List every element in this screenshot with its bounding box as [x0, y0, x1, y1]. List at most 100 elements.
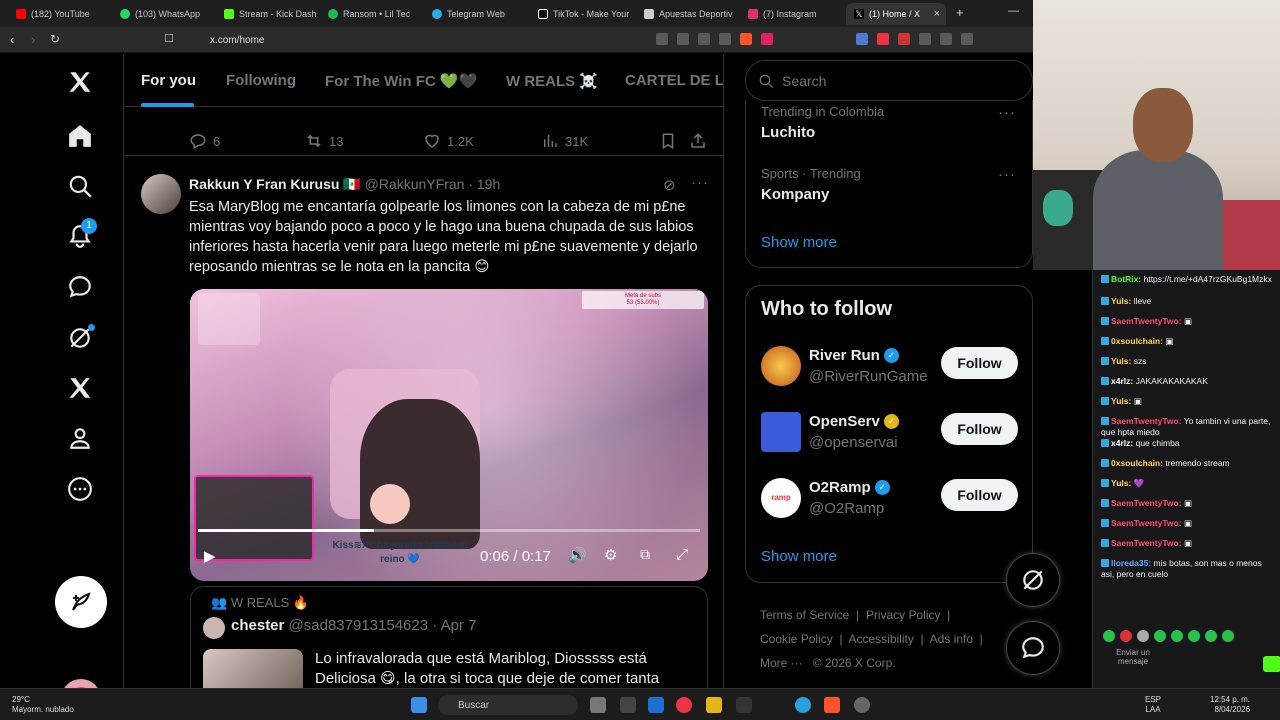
cast-icon[interactable] [677, 33, 689, 45]
language-indicator[interactable]: ESP LAA [1145, 695, 1161, 715]
file-explorer-icon[interactable] [706, 697, 722, 713]
follow-button[interactable]: Follow [941, 347, 1018, 379]
chat-username[interactable]: SaemTwentyTwo: [1111, 416, 1182, 426]
footer-link[interactable]: Cookie Policy [760, 632, 833, 646]
post-time[interactable]: · 19h [468, 176, 500, 192]
follow-button[interactable]: Follow [941, 413, 1018, 445]
chat-username[interactable]: lloreda35: [1111, 558, 1151, 568]
chat-username[interactable]: SaemTwentyTwo: [1111, 498, 1182, 508]
emote-icon[interactable] [1205, 630, 1217, 642]
emote-icon[interactable] [1120, 630, 1132, 642]
emote-icon[interactable] [1137, 630, 1149, 642]
forward-icon[interactable]: › [31, 32, 35, 47]
app-icon[interactable] [648, 697, 664, 713]
trend-name[interactable]: Kompany [761, 186, 829, 203]
share-post-button[interactable] [689, 132, 707, 150]
search-field[interactable]: Search [745, 60, 1033, 101]
tab-youtube[interactable]: (182) YouTube [8, 3, 108, 25]
follow-button[interactable]: Follow [941, 479, 1018, 511]
chat-username[interactable]: 0xsoulchain: [1111, 458, 1163, 468]
premium-icon[interactable] [66, 374, 94, 402]
reload-icon[interactable]: ↻ [50, 32, 60, 46]
river-run-avatar[interactable] [761, 346, 801, 386]
follow-suggestion[interactable]: River Run ✓ @RiverRunGame Follow [761, 344, 1021, 390]
tab-apuestas[interactable]: Apuestas Deportiv [636, 3, 736, 25]
zoom-icon[interactable] [698, 33, 710, 45]
tab-spotify[interactable]: Ransom • Lil Tec [320, 3, 420, 25]
back-icon[interactable]: ‹ [10, 32, 14, 47]
tab-telegram[interactable]: Telegram Web [424, 3, 524, 25]
notifications-icon[interactable]: 1 [66, 218, 97, 250]
like-button[interactable]: 1.2K [423, 132, 474, 150]
chat-username[interactable]: Yuls: [1111, 478, 1131, 488]
follow-suggestion[interactable]: ramp O2Ramp ✓ @O2Ramp Follow [761, 476, 1021, 522]
weather-widget[interactable]: 29°C Mayorm. nublado [12, 695, 74, 715]
play-icon[interactable]: ▶ [204, 547, 216, 565]
tab-w-reals[interactable]: W REALS ☠️ [506, 72, 598, 90]
chat-username[interactable]: BotRix: [1111, 274, 1141, 284]
post-author-handle[interactable]: @RakkunYFran [365, 176, 465, 192]
suggestion-name[interactable]: River Run ✓ [809, 347, 899, 364]
chat-send-button[interactable] [1263, 656, 1280, 672]
explore-icon[interactable] [66, 172, 94, 200]
emote-icon[interactable] [1222, 630, 1234, 642]
tab-x-home[interactable]: 𝕏 (1) Home / X × [846, 3, 946, 25]
chat-username[interactable]: Yuls: [1111, 296, 1131, 306]
tab-for-you[interactable]: For you [141, 72, 196, 89]
app-icon[interactable] [854, 697, 870, 713]
openserv-avatar[interactable] [761, 412, 801, 452]
app-icon[interactable] [676, 697, 692, 713]
bookmark-post-button[interactable] [659, 132, 677, 150]
extension-icon[interactable] [961, 33, 973, 45]
chat-input[interactable]: Enviar un mensaje [1103, 648, 1163, 666]
post-more-icon[interactable]: ··· [691, 174, 709, 191]
chat-username[interactable]: Yuls: [1111, 396, 1131, 406]
grok-explain-icon[interactable]: ⊘ [663, 176, 676, 194]
tab-following[interactable]: Following [226, 72, 296, 89]
trends-show-more-link[interactable]: Show more [761, 234, 837, 251]
trend-more-icon[interactable]: ··· [998, 104, 1016, 121]
close-tab-icon[interactable]: × [934, 8, 946, 20]
trend-name[interactable]: Luchito [761, 124, 815, 141]
brave-shield-icon[interactable] [740, 33, 752, 45]
volume-icon[interactable]: 🔊 [568, 546, 587, 564]
more-icon[interactable] [66, 475, 94, 503]
chat-username[interactable]: Yuls: [1111, 356, 1131, 366]
app-icon[interactable] [620, 697, 636, 713]
minimize-button[interactable]: — [1008, 5, 1019, 17]
chat-username[interactable]: SaemTwentyTwo: [1111, 538, 1182, 548]
x-logo-icon[interactable] [66, 68, 94, 96]
chat-username[interactable]: x4rlz: [1111, 376, 1133, 386]
suggestion-name[interactable]: OpenServ ✓ [809, 413, 899, 430]
brave-icon[interactable] [824, 697, 840, 713]
chat-username[interactable]: 0xsoulchain: [1111, 336, 1163, 346]
footer-link[interactable]: Privacy Policy [866, 608, 941, 622]
views-button[interactable]: 31K [541, 132, 588, 150]
emote-icon[interactable] [1171, 630, 1183, 642]
post-author-name[interactable]: Rakkun Y Fran Kurusu 🇲🇽 [189, 176, 361, 192]
follow-show-more-link[interactable]: Show more [761, 548, 837, 565]
extension-icon[interactable] [898, 33, 910, 45]
quote-thumbnail[interactable] [203, 649, 303, 688]
windows-start-icon[interactable] [411, 697, 427, 713]
trend-more-icon[interactable]: ··· [998, 166, 1016, 183]
tab-tiktok[interactable]: TikTok - Make Your [530, 3, 630, 25]
extension-icon[interactable] [940, 33, 952, 45]
task-view-icon[interactable] [590, 697, 606, 713]
grok-fab[interactable] [1006, 553, 1060, 607]
translate-icon[interactable] [656, 33, 668, 45]
post-author-avatar[interactable] [141, 174, 181, 214]
tab-cartel[interactable]: CARTEL DE LC [625, 72, 723, 89]
tab-whatsapp[interactable]: (103) WhatsApp [112, 3, 212, 25]
bookmark-icon[interactable]: ☐ [164, 32, 174, 45]
suggestion-name[interactable]: O2Ramp ✓ [809, 479, 890, 496]
tab-kick[interactable]: Stream - Kick Dashb [216, 3, 316, 25]
extension-icon[interactable] [877, 33, 889, 45]
quoted-post[interactable]: 👥 W REALS 🔥 chester @sad837913154623 · A… [190, 586, 708, 688]
tab-instagram[interactable]: (7) Instagram [740, 3, 840, 25]
chat-username[interactable]: SaemTwentyTwo: [1111, 316, 1182, 326]
pip-icon[interactable]: ⧉ [640, 546, 650, 563]
extension-icon[interactable] [919, 33, 931, 45]
footer-link[interactable]: Ads info [930, 632, 973, 646]
quote-author-avatar[interactable] [203, 617, 225, 639]
